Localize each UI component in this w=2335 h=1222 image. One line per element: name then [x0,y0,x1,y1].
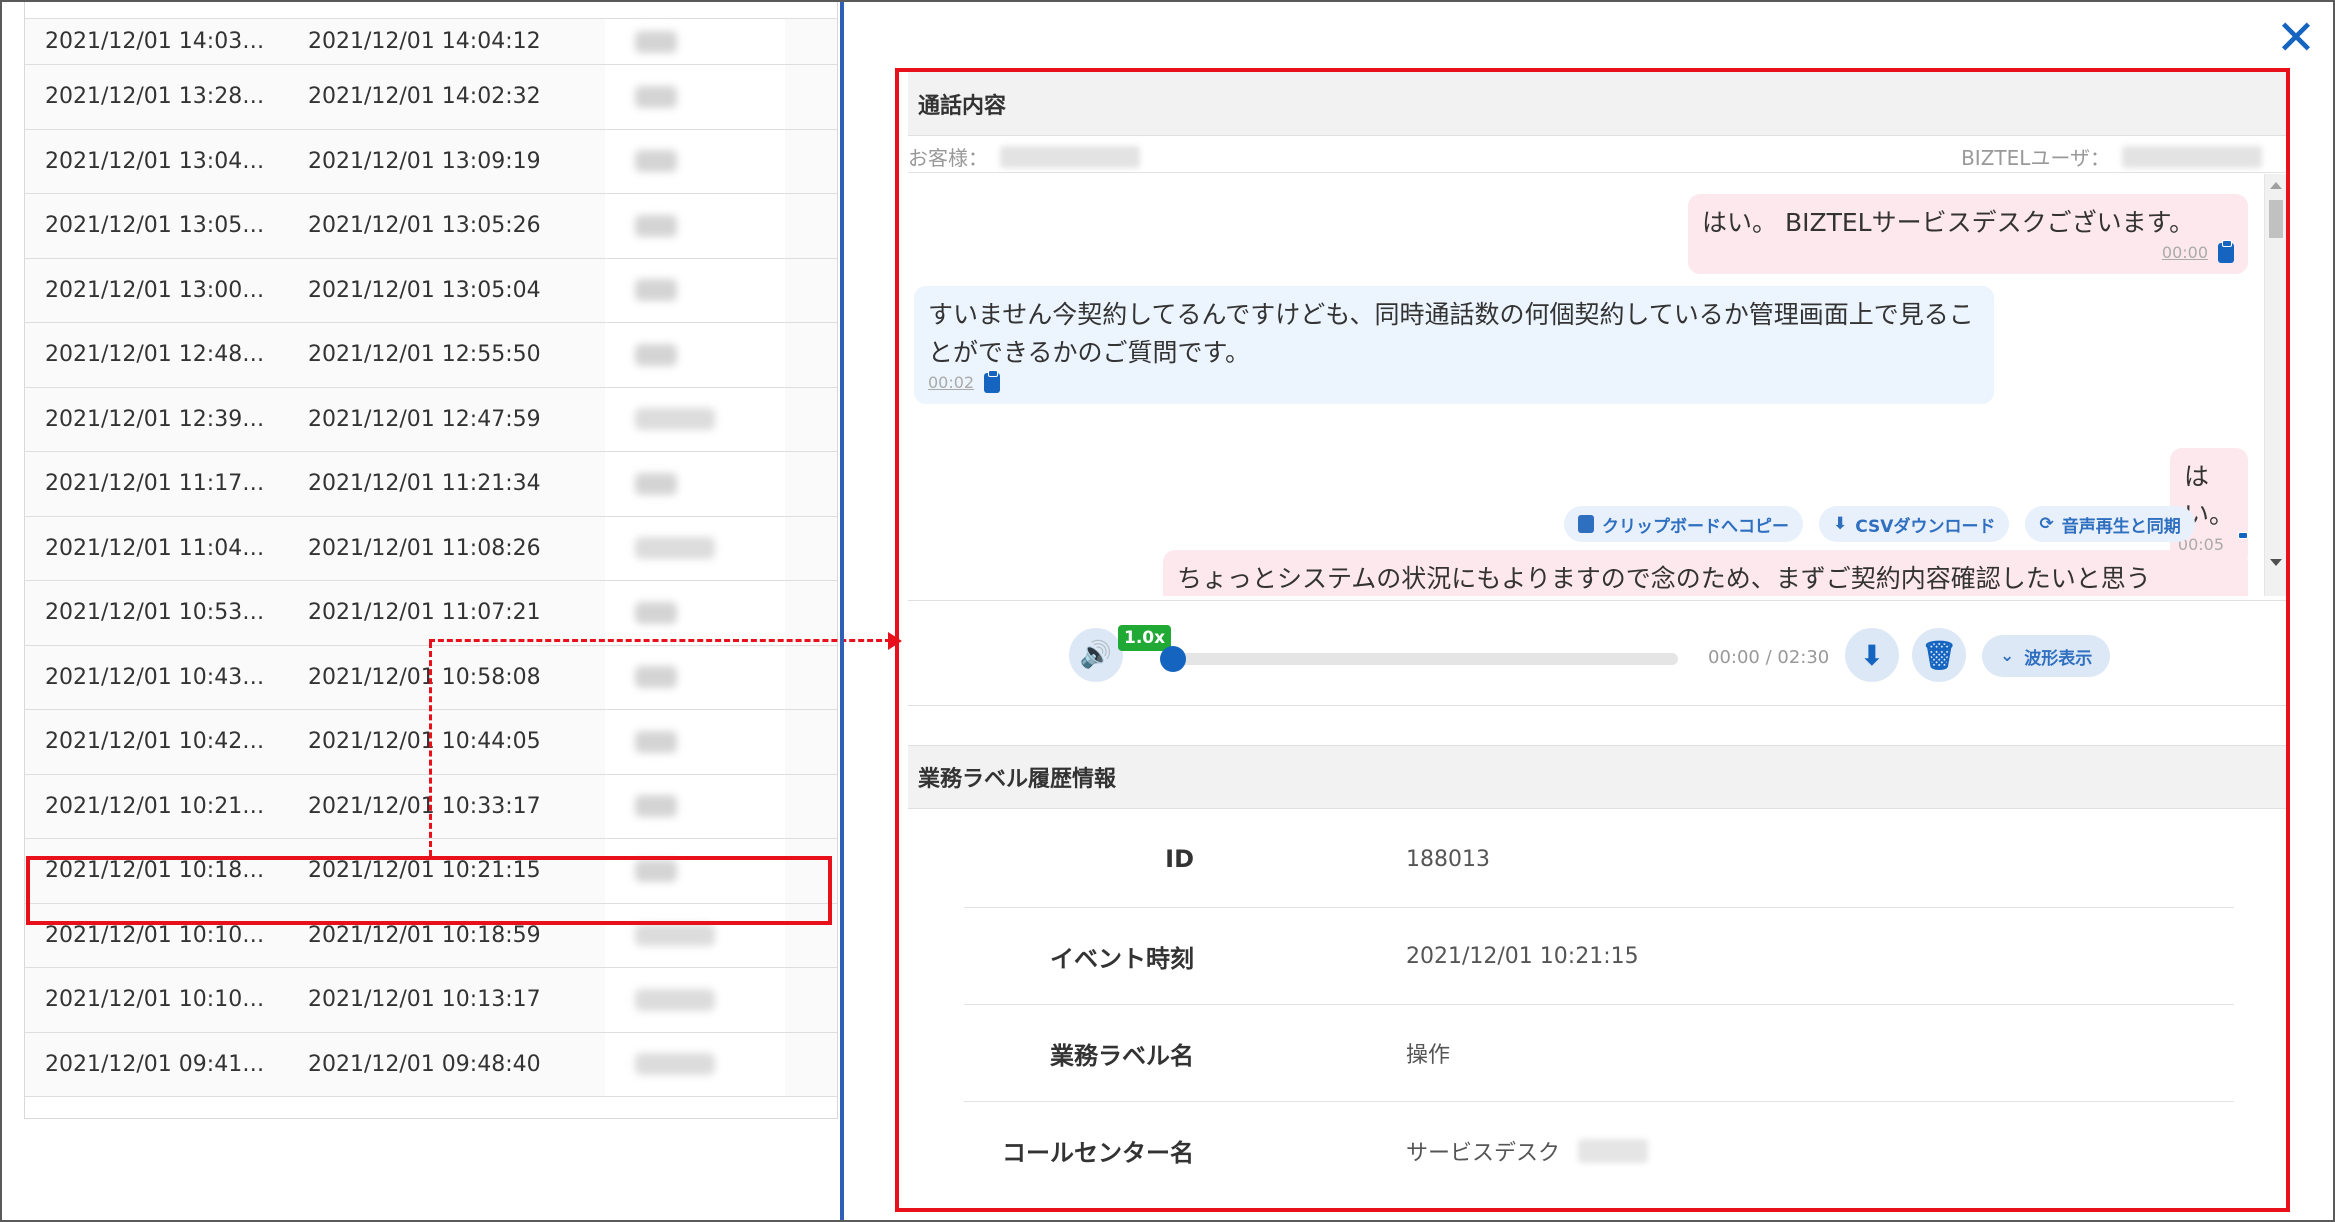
end-time: 2021/12/01 10:33:17 [308,793,541,819]
end-time: 2021/12/01 13:05:04 [308,277,541,303]
end-time: 2021/12/01 10:18:59 [308,922,541,948]
redacted-cell [605,645,785,709]
end-time: 2021/12/01 10:44:05 [308,729,541,755]
table-row[interactable]: 2021/12/01 13:28… 2021/12/01 14:02:32 [25,65,837,130]
table-row[interactable]: 2021/12/01 10:10… 2021/12/01 10:18:59 [25,903,837,968]
redacted-cell [605,710,785,774]
redacted-cell [605,19,785,64]
start-time: 2021/12/01 10:53… [45,600,265,626]
redacted-cell [605,452,785,516]
start-time: 2021/12/01 13:05… [45,213,265,239]
start-time: 2021/12/01 10:10… [45,987,265,1013]
panel-divider [840,2,844,1220]
connector-line [429,639,891,642]
table-row[interactable]: 2021/12/01 11:17… 2021/12/01 11:21:34 [25,452,837,517]
redacted-cell [605,774,785,838]
start-time: 2021/12/01 10:18… [45,858,265,884]
redacted-cell [605,323,785,387]
end-time: 2021/12/01 11:08:26 [308,535,541,561]
redacted-cell [605,258,785,322]
end-time: 2021/12/01 10:13:17 [308,987,541,1013]
table-row[interactable]: 2021/12/01 10:10… 2021/12/01 10:13:17 [25,968,837,1033]
close-icon[interactable]: ✕ [2274,14,2318,62]
redacted-cell [605,968,785,1032]
detail-highlight-box [895,68,2290,1212]
end-time: 2021/12/01 10:21:15 [308,858,541,884]
end-time: 2021/12/01 10:58:08 [308,664,541,690]
end-time: 2021/12/01 13:09:19 [308,148,541,174]
table-row[interactable]: 2021/12/01 13:04… 2021/12/01 13:09:19 [25,129,837,194]
start-time: 2021/12/01 10:10… [45,922,265,948]
table-row[interactable]: 2021/12/01 13:05… 2021/12/01 13:05:26 [25,194,837,259]
start-time: 2021/12/01 13:28… [45,84,265,110]
redacted-cell [605,516,785,580]
start-time: 2021/12/01 12:39… [45,406,265,432]
start-time: 2021/12/01 09:41… [45,1051,265,1077]
table-row[interactable]: 2021/12/01 14:03… 2021/12/01 14:04:12 [25,18,837,65]
end-time: 2021/12/01 11:21:34 [308,471,541,497]
end-time: 2021/12/01 12:55:50 [308,342,541,368]
start-time: 2021/12/01 10:42… [45,729,265,755]
start-time: 2021/12/01 13:04… [45,148,265,174]
connector-line [429,642,432,856]
redacted-cell [605,387,785,451]
start-time: 2021/12/01 11:04… [45,535,265,561]
table-row[interactable]: 2021/12/01 10:53… 2021/12/01 11:07:21 [25,581,837,646]
redacted-cell [605,194,785,258]
call-history-list: 2021/12/01 14:03… 2021/12/01 14:04:12 202… [24,2,838,1119]
end-time: 2021/12/01 09:48:40 [308,1051,541,1077]
redacted-cell [605,129,785,193]
redacted-cell [605,65,785,129]
end-time: 2021/12/01 13:05:26 [308,213,541,239]
table-row[interactable]: 2021/12/01 12:39… 2021/12/01 12:47:59 [25,387,837,452]
start-time: 2021/12/01 10:43… [45,664,265,690]
redacted-cell [605,839,785,903]
table-row[interactable]: 2021/12/01 09:41… 2021/12/01 09:48:40 [25,1032,837,1097]
end-time: 2021/12/01 11:07:21 [308,600,541,626]
table-row[interactable]: 2021/12/01 12:48… 2021/12/01 12:55:50 [25,323,837,388]
table-row[interactable]: 2021/12/01 11:04… 2021/12/01 11:08:26 [25,516,837,581]
end-time: 2021/12/01 12:47:59 [308,406,541,432]
start-time: 2021/12/01 10:21… [45,793,265,819]
end-time: 2021/12/01 14:02:32 [308,84,541,110]
redacted-cell [605,581,785,645]
start-time: 2021/12/01 12:48… [45,342,265,368]
redacted-cell [605,1032,785,1096]
start-time: 2021/12/01 11:17… [45,471,265,497]
redacted-cell [605,903,785,967]
screenshot-frame: 2021/12/01 14:03… 2021/12/01 14:04:12 202… [0,0,2335,1222]
end-time: 2021/12/01 14:04:12 [308,29,541,54]
start-time: 2021/12/01 14:03… [45,29,265,54]
start-time: 2021/12/01 13:00… [45,277,265,303]
table-row[interactable]: 2021/12/01 13:00… 2021/12/01 13:05:04 [25,258,837,323]
